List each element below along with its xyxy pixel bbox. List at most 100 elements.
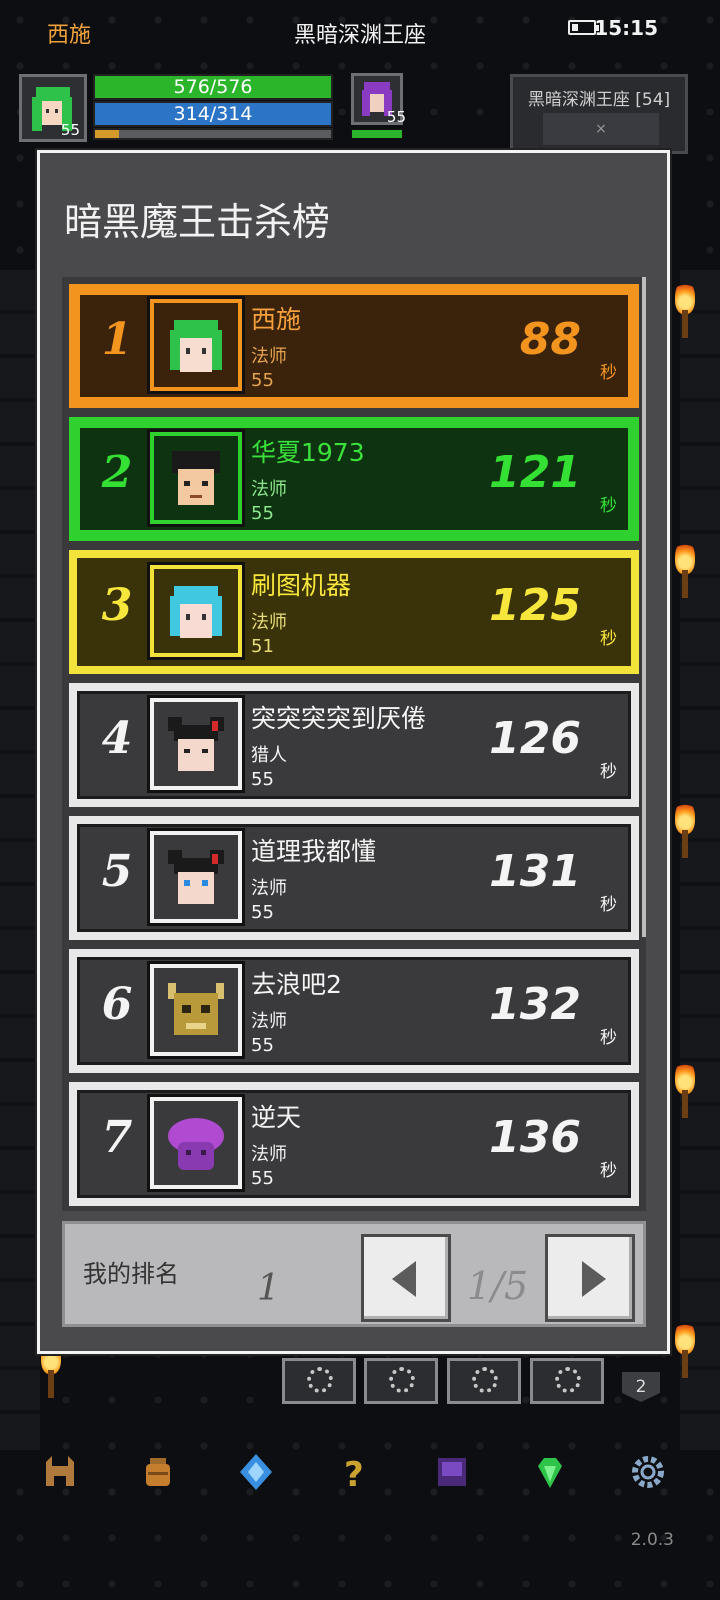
version-label: 2.0.3 [630, 1530, 674, 1550]
spellbook-icon[interactable] [432, 1452, 472, 1492]
mp-bar: 314/314 [93, 101, 333, 127]
clock: 15:15 [594, 16, 658, 40]
gem-icon[interactable] [530, 1452, 570, 1492]
rank-number: 2 [101, 447, 133, 498]
player-class: 法师 [251, 878, 287, 899]
player-level: 55 [251, 370, 274, 391]
leaderboard-list[interactable]: 1 西施 法师 55 88 秒 2 华夏1973 法师 55 121 秒 3 刷图机器 法师 51 125 秒 4 突… [62, 277, 646, 1211]
question-icon[interactable]: ? [334, 1452, 374, 1492]
left-wall [0, 270, 40, 1450]
crystal-icon[interactable] [236, 1452, 276, 1492]
arrow-left-icon [392, 1261, 416, 1297]
arrow-right-icon [582, 1261, 606, 1297]
player-avatar[interactable] [150, 698, 242, 790]
rank-number: 7 [101, 1112, 133, 1163]
black-buns-girl-avatar-icon [168, 717, 224, 771]
kill-time: 121 [489, 447, 581, 498]
cyan-hair-girl-avatar-icon [170, 586, 222, 638]
player-class: 法师 [251, 1011, 287, 1032]
leaderboard-row[interactable]: 4 突突突突到厌倦 猎人 55 126 秒 [69, 683, 639, 807]
player-class: 法师 [251, 479, 287, 500]
player-level: 55 [251, 902, 274, 923]
rank-number: 1 [101, 314, 133, 365]
player-class: 法师 [251, 612, 287, 633]
helmet-icon[interactable] [40, 1452, 80, 1492]
player-name: 西施 [251, 305, 302, 334]
green-hair-girl-avatar-icon [170, 320, 222, 372]
leaderboard-row[interactable]: 1 西施 法师 55 88 秒 [69, 284, 639, 408]
kill-time: 88 [519, 314, 581, 365]
rank-number: 5 [101, 846, 133, 897]
player-level: 55 [251, 769, 274, 790]
player-name: 道理我都懂 [251, 837, 377, 866]
scrollbar[interactable] [642, 277, 646, 937]
my-rank-label: 我的排名 [83, 1260, 179, 1288]
leaderboard-row[interactable]: 6 去浪吧2 法师 55 132 秒 [69, 949, 639, 1073]
black-hair-boy-avatar-icon [172, 451, 220, 505]
golden-horned-skull-avatar-icon [168, 983, 224, 1035]
time-unit: 秒 [600, 496, 617, 516]
kill-time: 131 [489, 846, 581, 897]
kill-time: 132 [489, 979, 581, 1030]
skill-icon [555, 1367, 581, 1393]
player-name: 刷图机器 [251, 571, 352, 600]
target-level: 55 [386, 108, 406, 126]
player-portrait[interactable]: 55 [19, 74, 87, 142]
player-avatar[interactable] [150, 299, 242, 391]
player-level: 55 [251, 503, 274, 524]
skill-slot[interactable] [530, 1358, 604, 1404]
player-avatar[interactable] [150, 1097, 242, 1189]
skill-icon [472, 1367, 498, 1393]
page-indicator: 1/5 [467, 1264, 529, 1308]
zone-slot: × [543, 113, 659, 145]
skill-slot[interactable] [364, 1358, 438, 1404]
kill-time: 125 [489, 580, 581, 631]
skill-icon [307, 1367, 333, 1393]
torch-icon [672, 280, 698, 340]
leaderboard-row[interactable]: 5 道理我都懂法师 55 131 秒 [69, 816, 639, 940]
player-name: 去浪吧2 [251, 970, 342, 999]
player-name: 逆天 [251, 1103, 302, 1132]
skill-icon [389, 1367, 415, 1393]
player-name: 突突突突到厌倦 [251, 704, 427, 733]
player-avatar[interactable] [150, 565, 242, 657]
torch-icon [672, 1060, 698, 1120]
status-bar: 西施 黑暗深渊王座 15:15 [0, 0, 720, 60]
player-level: 55 [251, 1168, 274, 1189]
player-name: 华夏1973 [251, 438, 365, 467]
black-buns-blue-eyes-avatar-icon [168, 850, 224, 904]
time-unit: 秒 [600, 629, 617, 649]
skill-slot[interactable] [447, 1358, 521, 1404]
torch-icon [672, 800, 698, 860]
player-class: 法师 [251, 1144, 287, 1165]
leaderboard-row[interactable]: 7 逆天 法师 55 136 秒 [69, 1082, 639, 1206]
hp-bar: 576/576 [93, 74, 333, 100]
settings-gear-icon[interactable] [628, 1452, 668, 1492]
player-avatar[interactable] [150, 964, 242, 1056]
target-hp-bar [351, 129, 403, 139]
leaderboard-row[interactable]: 2 华夏1973 法师 55 121 秒 [69, 417, 639, 541]
player-level: 51 [251, 636, 274, 657]
xp-fill [95, 130, 119, 138]
kill-time: 136 [489, 1112, 581, 1163]
battery-icon [568, 20, 599, 35]
panel-title: 暗黑魔王击杀榜 [64, 200, 331, 244]
time-unit: 秒 [600, 363, 617, 383]
torch-icon [672, 1320, 698, 1380]
leaderboard-row[interactable]: 3 刷图机器 法师 51 125 秒 [69, 550, 639, 674]
leaderboard-panel: 暗黑魔王击杀榜 1 西施 法师 55 88 秒 2 华夏1973 法师 55 121 秒 3 刷图机器 法师… [37, 150, 670, 1354]
zone-label: 黑暗深渊王座 [54] [527, 90, 671, 110]
rank-number: 6 [101, 979, 133, 1030]
time-unit: 秒 [600, 895, 617, 915]
bag-icon[interactable] [138, 1452, 178, 1492]
skill-slot[interactable] [282, 1358, 356, 1404]
player-avatar[interactable] [150, 432, 242, 524]
target-portrait[interactable]: 55 [351, 73, 406, 126]
zone-info[interactable]: 黑暗深渊王座 [54] × [510, 74, 688, 154]
prev-page-button[interactable] [361, 1234, 451, 1322]
purple-mushroom-avatar-icon [168, 1118, 224, 1170]
next-page-button[interactable] [545, 1234, 635, 1322]
player-class: 猎人 [251, 745, 287, 766]
player-avatar[interactable] [150, 831, 242, 923]
rank-number: 4 [101, 713, 133, 764]
